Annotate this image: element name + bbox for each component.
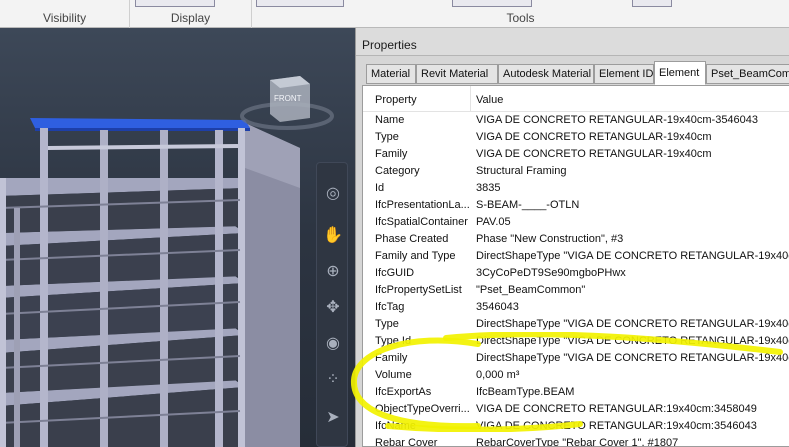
- table-row[interactable]: Rebar Cover RebarCoverType "Rebar Cover 1…: [363, 435, 789, 447]
- table-row[interactable]: Type VIGA DE CONCRETO RETANGULAR-19x40cm: [363, 129, 789, 146]
- select-icon[interactable]: ➤: [322, 407, 344, 429]
- table-row[interactable]: Id 3835: [363, 180, 789, 197]
- tools-dropdown[interactable]: [256, 0, 344, 7]
- property-value: VIGA DE CONCRETO RETANGULAR-19x40cm: [476, 148, 712, 160]
- property-name: Type: [375, 318, 399, 330]
- property-value: RebarCoverType "Rebar Cover 1", #1807: [476, 437, 679, 447]
- ribbon-group-label: Visibility: [42, 11, 87, 25]
- column-header-value[interactable]: Value: [476, 94, 503, 106]
- steering-wheel-icon[interactable]: ◎: [322, 183, 344, 205]
- ribbon-group-label: Tools: [506, 11, 535, 25]
- property-name: IfcExportAs: [375, 386, 432, 398]
- property-name: ObjectTypeOverri...: [375, 403, 470, 415]
- table-row[interactable]: IfcPresentationLa... S-BEAM-____-OTLN: [363, 197, 789, 214]
- property-value: DirectShapeType "VIGA DE CONCRETO RETANG…: [476, 352, 789, 364]
- column-header-property[interactable]: Property: [375, 94, 417, 106]
- property-value: PAV.05: [476, 216, 511, 228]
- properties-table: Property Value Name VIGA DE CONCRETO RETA…: [362, 85, 789, 447]
- property-name: IfcPropertySetList: [375, 284, 462, 296]
- property-value: S-BEAM-____-OTLN: [476, 199, 580, 211]
- table-row[interactable]: IfcGUID 3CyCoPeDT9Se90mgboPHwx: [363, 265, 789, 282]
- table-row[interactable]: Type DirectShapeType "VIGA DE CONCRETO RE…: [363, 316, 789, 333]
- ribbon-group-tools: Tools: [252, 0, 789, 28]
- property-name: Category: [375, 165, 420, 177]
- tools-control[interactable]: [632, 0, 672, 7]
- table-row[interactable]: IfcSpatialContainer PAV.05: [363, 214, 789, 231]
- property-name: Phase Created: [375, 233, 449, 245]
- property-name: Family: [375, 352, 408, 364]
- property-value: DirectShapeType "VIGA DE CONCRETO RETANG…: [476, 335, 789, 347]
- property-value: DirectShapeType "VIGA DE CONCRETO RETANG…: [476, 250, 789, 262]
- tab-autodesk-material[interactable]: Autodesk Material: [498, 64, 594, 84]
- property-name: Type: [375, 131, 399, 143]
- property-value: DirectShapeType "VIGA DE CONCRETO RETANG…: [476, 318, 789, 330]
- property-name: IfcGUID: [375, 267, 415, 279]
- table-row[interactable]: Category Structural Framing: [363, 163, 789, 180]
- tab-pset-beamcommon[interactable]: Pset_BeamCommon: [706, 64, 789, 84]
- table-row[interactable]: Family DirectShapeType "VIGA DE CONCRETO …: [363, 350, 789, 367]
- table-row[interactable]: Family and Type DirectShapeType "VIGA DE …: [363, 248, 789, 265]
- property-name: Family: [375, 148, 408, 160]
- app-window: Visibility Display Tools FRONT ◎ ✋ ⊕ ✥ ◉…: [0, 0, 789, 447]
- property-value: VIGA DE CONCRETO RETANGULAR-19x40cm: [476, 131, 712, 143]
- property-name: IfcName: [375, 420, 416, 432]
- property-value: Structural Framing: [476, 165, 567, 177]
- table-row[interactable]: IfcName VIGA DE CONCRETO RETANGULAR:19x40…: [363, 418, 789, 435]
- tab-revit-material[interactable]: Revit Material: [416, 64, 498, 84]
- ribbon-group-visibility: Visibility: [0, 0, 130, 28]
- property-value: 3835: [476, 182, 501, 194]
- property-name: Type Id: [375, 335, 412, 347]
- properties-title: Properties: [362, 38, 417, 52]
- pan-icon[interactable]: ✋: [322, 225, 344, 247]
- table-row[interactable]: Family VIGA DE CONCRETO RETANGULAR-19x40c…: [363, 146, 789, 163]
- property-value: VIGA DE CONCRETO RETANGULAR-19x40cm-3546…: [476, 114, 759, 126]
- property-name: IfcTag: [375, 301, 405, 313]
- table-row[interactable]: Phase Created Phase "New Construction", #…: [363, 231, 789, 248]
- property-value: 0,000 m³: [476, 369, 520, 381]
- tab-element-id[interactable]: Element ID: [594, 64, 654, 84]
- walk-icon[interactable]: ⁘: [322, 369, 344, 391]
- property-name: IfcSpatialContainer: [375, 216, 468, 228]
- property-value: 3CyCoPeDT9Se90mgboPHwx: [476, 267, 626, 279]
- column-divider[interactable]: [470, 86, 471, 112]
- tab-element[interactable]: Element: [654, 61, 706, 85]
- table-row[interactable]: Name VIGA DE CONCRETO RETANGULAR-19x40cm-…: [363, 112, 789, 129]
- property-name: Volume: [375, 369, 412, 381]
- orbit-icon[interactable]: ✥: [322, 297, 344, 319]
- table-row[interactable]: ObjectTypeOverri... VIGA DE CONCRETO RETA…: [363, 401, 789, 418]
- 3d-viewport[interactable]: FRONT ◎ ✋ ⊕ ✥ ◉ ⁘ ➤: [0, 28, 355, 447]
- table-row[interactable]: IfcTag 3546043: [363, 299, 789, 316]
- property-value: Phase "New Construction", #3: [476, 233, 624, 245]
- table-row[interactable]: Volume 0,000 m³: [363, 367, 789, 384]
- ribbon-group-display: Display: [130, 0, 252, 28]
- property-name: Rebar Cover: [375, 437, 438, 447]
- selected-beam[interactable]: [30, 118, 250, 128]
- property-value: IfcBeamType.BEAM: [476, 386, 575, 398]
- look-icon[interactable]: ◉: [322, 333, 344, 355]
- ribbon-group-label: Display: [170, 11, 211, 25]
- viewcube-face-label: FRONT: [274, 94, 302, 103]
- table-row[interactable]: Type Id DirectShapeType "VIGA DE CONCRETO…: [363, 333, 789, 350]
- building-model: FRONT: [0, 76, 334, 447]
- display-control[interactable]: [135, 0, 215, 7]
- zoom-icon[interactable]: ⊕: [322, 261, 344, 283]
- property-name: IfcPresentationLa...: [375, 199, 470, 211]
- table-row[interactable]: IfcPropertySetList "Pset_BeamCommon": [363, 282, 789, 299]
- tools-control[interactable]: [452, 0, 532, 7]
- navigation-bar: ◎ ✋ ⊕ ✥ ◉ ⁘ ➤: [316, 162, 348, 447]
- properties-tabs: Material Revit Material Autodesk Materia…: [362, 61, 789, 85]
- tab-material[interactable]: Material: [366, 64, 416, 84]
- table-row[interactable]: IfcExportAs IfcBeamType.BEAM: [363, 384, 789, 401]
- properties-panel: Properties Material Revit Material Autod…: [355, 28, 789, 447]
- properties-title-bar: Properties: [356, 28, 789, 56]
- property-name: Family and Type: [375, 250, 456, 262]
- table-header: Property Value: [363, 86, 789, 112]
- property-value: 3546043: [476, 301, 519, 313]
- ribbon: Visibility Display Tools: [0, 0, 789, 28]
- property-name: Id: [375, 182, 385, 194]
- property-value: VIGA DE CONCRETO RETANGULAR:19x40cm:3546…: [476, 420, 757, 432]
- property-value: "Pset_BeamCommon": [476, 284, 586, 296]
- property-value: VIGA DE CONCRETO RETANGULAR:19x40cm:3458…: [476, 403, 757, 415]
- property-name: Name: [375, 114, 405, 126]
